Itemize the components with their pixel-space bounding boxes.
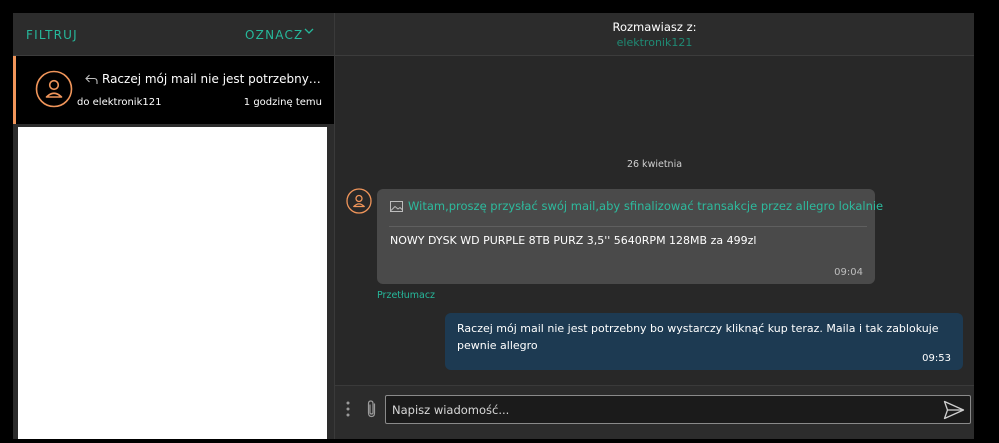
conversation-item[interactable]: Raczej mój mail nie jest potrzebny bo wy… — [13, 56, 334, 124]
user-avatar-icon — [35, 70, 73, 108]
conversation-time: 1 godzinę temu — [243, 97, 322, 108]
message-input[interactable] — [385, 395, 971, 424]
mark-button[interactable]: OZNACZ — [245, 28, 303, 42]
incoming-message-subject: Witam,proszę przysłać swój mail,aby sfin… — [408, 199, 884, 213]
reply-icon — [85, 74, 98, 84]
incoming-message-time: 09:04 — [834, 267, 863, 278]
messenger-window: FILTRUJ OZNACZ Raczej mój mail nie jest … — [13, 13, 974, 439]
message-divider — [389, 226, 867, 227]
outgoing-message: Raczej mój mail nie jest potrzebny bo wy… — [445, 313, 963, 370]
chevron-down-icon[interactable] — [303, 25, 315, 37]
compose-bar — [335, 385, 974, 439]
user-avatar-icon — [346, 188, 372, 214]
chat-header-title: Rozmawiasz z: — [612, 20, 697, 34]
conversation-recipient: do elektronik121 — [77, 97, 162, 108]
date-separator: 26 kwietnia — [626, 159, 683, 170]
conversation-list-header: FILTRUJ OZNACZ — [13, 13, 334, 56]
blank-panel — [18, 127, 327, 439]
incoming-message: Witam,proszę przysłać swój mail,aby sfin… — [377, 189, 883, 284]
image-icon — [390, 201, 403, 212]
filter-button[interactable]: FILTRUJ — [26, 28, 78, 42]
conversation-snippet: Raczej mój mail nie jest potrzebny bo wy… — [102, 72, 324, 86]
chat-header: Rozmawiasz z: elektronik121 — [335, 13, 974, 56]
send-icon[interactable] — [943, 400, 965, 420]
paperclip-icon[interactable] — [365, 399, 379, 419]
translate-link[interactable]: Przetłumacz — [377, 290, 435, 301]
chat-pane: Rozmawiasz z: elektronik121 26 kwietnia … — [335, 13, 974, 439]
kebab-menu-icon[interactable] — [345, 400, 351, 418]
chat-partner-name[interactable]: elektronik121 — [335, 36, 974, 49]
incoming-message-body: NOWY DYSK WD PURPLE 8TB PURZ 3,5'' 5640R… — [390, 234, 757, 247]
conversation-list-pane: FILTRUJ OZNACZ Raczej mój mail nie jest … — [13, 13, 334, 439]
outgoing-message-body: Raczej mój mail nie jest potrzebny bo wy… — [457, 322, 939, 352]
outgoing-message-time: 09:53 — [922, 353, 951, 364]
